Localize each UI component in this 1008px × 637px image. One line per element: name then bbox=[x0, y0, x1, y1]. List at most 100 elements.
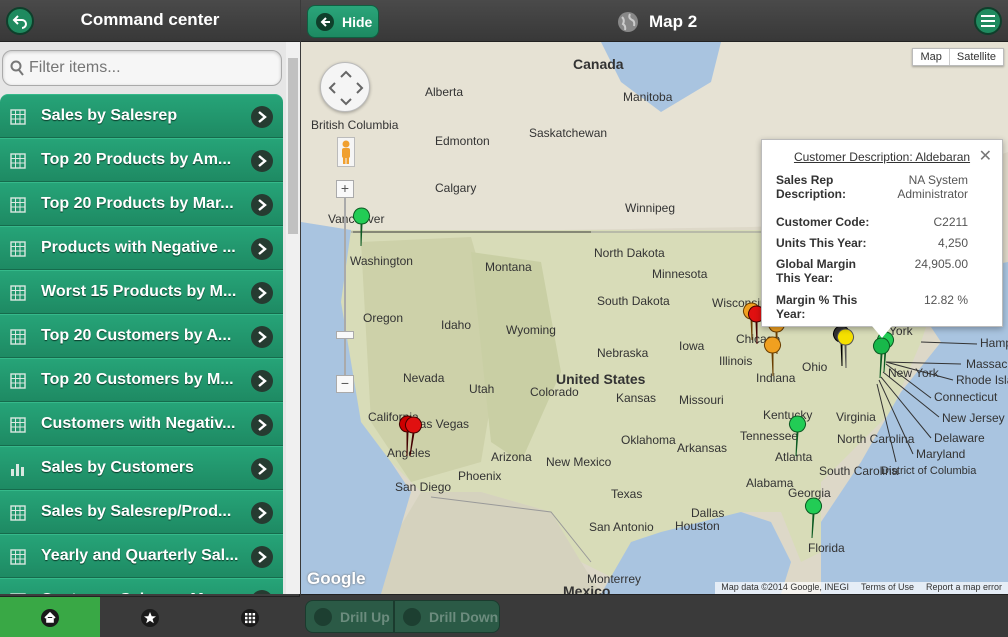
tab-apps[interactable] bbox=[200, 597, 300, 637]
grid-icon bbox=[10, 153, 26, 169]
filter-input[interactable] bbox=[29, 51, 277, 85]
chevron-right-icon[interactable] bbox=[251, 326, 273, 348]
hide-sidebar-button[interactable]: Hide bbox=[307, 5, 379, 38]
apps-grid-icon bbox=[241, 608, 259, 627]
tab-home[interactable] bbox=[0, 597, 100, 637]
report-list-item[interactable]: Top 20 Customers by M... bbox=[0, 358, 283, 402]
popup-row: Units This Year: 4,250 bbox=[776, 236, 968, 250]
street-view-pegman[interactable] bbox=[337, 137, 355, 167]
page-title: Map 2 bbox=[617, 11, 697, 33]
map-label: Utah bbox=[469, 382, 494, 396]
map-label: Alabama bbox=[746, 476, 794, 490]
report-list-item[interactable]: Sales by Salesrep/Prod... bbox=[0, 490, 283, 534]
report-list-item-label: Sales by Salesrep/Prod... bbox=[41, 503, 232, 520]
zoom-out-button[interactable]: − bbox=[336, 375, 354, 393]
map-label-country: Canada bbox=[573, 56, 624, 72]
terms-link[interactable]: Terms of Use bbox=[855, 582, 920, 594]
grid-icon bbox=[10, 373, 26, 389]
report-list-item[interactable]: Yearly and Quarterly Sal... bbox=[0, 534, 283, 578]
map-type-map[interactable]: Map bbox=[913, 49, 948, 65]
map-label: Rhode Isla bbox=[956, 373, 1008, 387]
map-label: Ohio bbox=[802, 360, 828, 374]
report-list-item[interactable]: Customer Sales on Map bbox=[0, 578, 283, 594]
chevron-right-icon[interactable] bbox=[251, 194, 273, 216]
zoom-track bbox=[344, 189, 346, 384]
star-icon bbox=[141, 608, 159, 627]
map-label: Oregon bbox=[363, 311, 403, 325]
chevron-right-icon[interactable] bbox=[251, 502, 273, 524]
map-label: Georgia bbox=[788, 486, 831, 500]
grid-icon bbox=[10, 593, 26, 594]
chevron-right-icon[interactable] bbox=[251, 458, 273, 480]
main-panel: Hide Map 2 Canada United States Mexico A… bbox=[301, 0, 1008, 637]
menu-button[interactable] bbox=[974, 7, 1002, 35]
chevron-right-icon[interactable] bbox=[251, 238, 273, 260]
map-label: Tennessee bbox=[740, 429, 798, 443]
report-list-item[interactable]: Top 20 Customers by A... bbox=[0, 314, 283, 358]
zoom-slider-handle[interactable] bbox=[336, 331, 354, 339]
map-title: Map 2 bbox=[649, 12, 698, 31]
report-list-item[interactable]: Top 20 Products by Mar... bbox=[0, 182, 283, 226]
map-label: Texas bbox=[611, 487, 642, 501]
drill-up-button[interactable]: Drill Up bbox=[305, 600, 394, 633]
report-list-item-label: Top 20 Customers by A... bbox=[41, 327, 232, 344]
popup-title[interactable]: Customer Description: Aldebaran bbox=[762, 150, 1002, 164]
map-type-satellite[interactable]: Satellite bbox=[948, 49, 1003, 65]
map-label: Arizona bbox=[491, 450, 532, 464]
map-label: Dallas bbox=[691, 506, 724, 520]
zoom-in-button[interactable]: + bbox=[336, 180, 354, 198]
grid-icon bbox=[10, 549, 26, 565]
home-icon bbox=[41, 608, 59, 627]
map-data-credit: Map data ©2014 Google, INEGI bbox=[721, 582, 849, 592]
report-list-item[interactable]: Products with Negative ... bbox=[0, 226, 283, 270]
sidebar-scrollbar[interactable] bbox=[286, 42, 300, 594]
filter-bar bbox=[0, 42, 286, 94]
map-label: Alberta bbox=[425, 85, 463, 99]
google-logo: Google bbox=[307, 569, 366, 588]
report-error-link[interactable]: Report a map error bbox=[920, 582, 1008, 594]
chevron-right-icon[interactable] bbox=[251, 546, 273, 568]
map-label: New Mexico bbox=[546, 455, 612, 469]
map-label: Iowa bbox=[679, 339, 705, 353]
map-label: Florida bbox=[808, 541, 845, 555]
chevron-right-icon[interactable] bbox=[251, 370, 273, 392]
report-list-item-label: Top 20 Products by Mar... bbox=[41, 195, 234, 212]
pan-control[interactable] bbox=[320, 62, 370, 112]
report-list-item[interactable]: Worst 15 Products by M... bbox=[0, 270, 283, 314]
pan-arrows-icon bbox=[328, 70, 364, 106]
grid-icon bbox=[10, 197, 26, 213]
search-icon bbox=[10, 60, 24, 76]
back-button[interactable] bbox=[6, 7, 34, 35]
sidebar: Command center Sales by Salesrep Top 20 P… bbox=[0, 0, 300, 637]
chevron-right-icon[interactable] bbox=[251, 282, 273, 304]
report-list-item[interactable]: Top 20 Products by Am... bbox=[0, 138, 283, 182]
chevron-right-icon[interactable] bbox=[251, 150, 273, 172]
report-list-item-label: Top 20 Products by Am... bbox=[41, 151, 232, 168]
map-label: Missouri bbox=[679, 393, 724, 407]
map-label: Kentucky bbox=[763, 408, 812, 422]
map-label: North Dakota bbox=[594, 246, 665, 260]
map-canvas[interactable]: Canada United States Mexico Alberta Mani… bbox=[301, 42, 1008, 594]
map-label: Washington bbox=[350, 254, 413, 268]
drill-down-button[interactable]: Drill Down bbox=[394, 600, 500, 633]
map-label: Idaho bbox=[441, 318, 471, 332]
map-label: Nevada bbox=[403, 371, 445, 385]
report-list-item[interactable]: Sales by Salesrep bbox=[0, 94, 283, 138]
redo-icon bbox=[403, 607, 421, 626]
bar-chart-icon bbox=[10, 461, 26, 477]
map-label: San Antonio bbox=[589, 520, 654, 534]
chevron-right-icon[interactable] bbox=[251, 590, 273, 594]
grid-icon bbox=[10, 109, 26, 125]
tab-favorites[interactable] bbox=[100, 597, 200, 637]
map-label: Indiana bbox=[756, 371, 796, 385]
report-list-item[interactable]: Sales by Customers bbox=[0, 446, 283, 490]
grid-icon bbox=[10, 241, 26, 257]
map-label: Calgary bbox=[435, 181, 476, 195]
close-icon[interactable]: ✕ bbox=[979, 146, 992, 166]
map-label: Delaware bbox=[934, 431, 985, 445]
chevron-right-icon[interactable] bbox=[251, 106, 273, 128]
scrollbar-thumb[interactable] bbox=[288, 58, 298, 234]
chevron-right-icon[interactable] bbox=[251, 414, 273, 436]
report-list-item[interactable]: Customers with Negativ... bbox=[0, 402, 283, 446]
popup-row: Customer Code: C2211 bbox=[776, 215, 968, 229]
